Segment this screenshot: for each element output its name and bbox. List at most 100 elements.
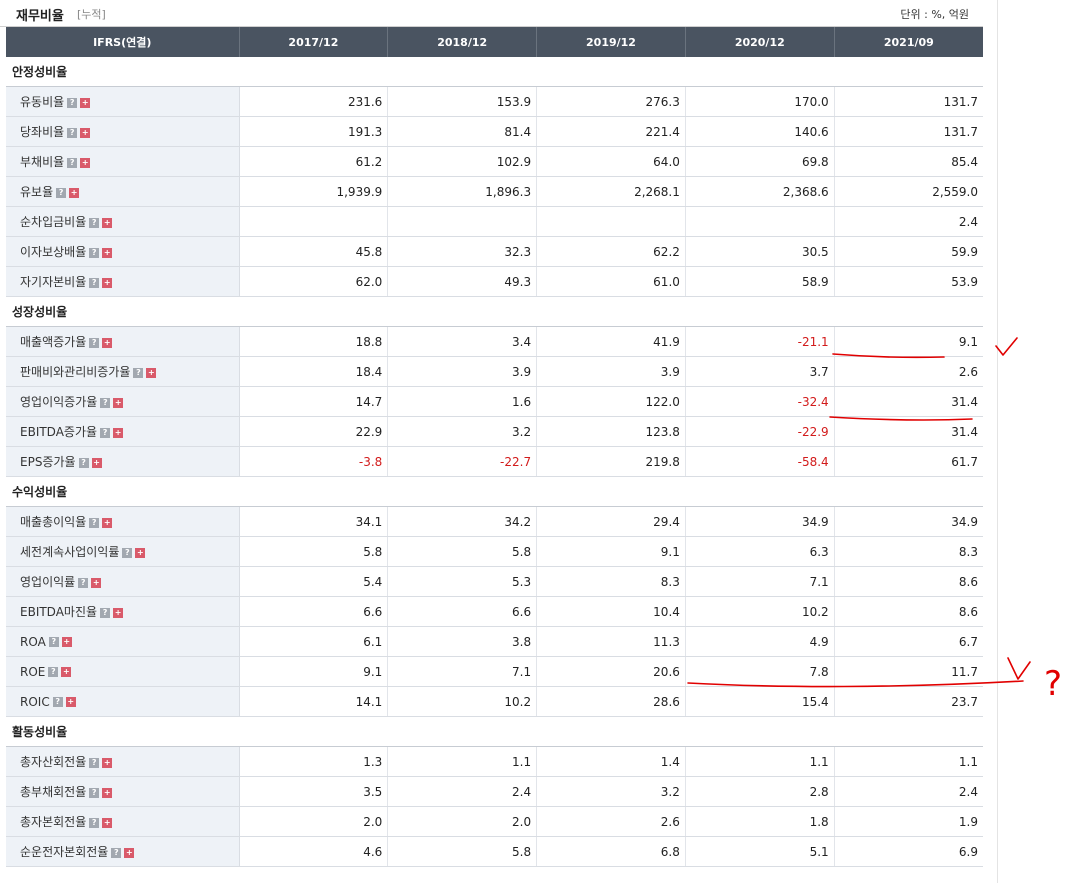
- value-cell: 276.3: [536, 86, 686, 117]
- plus-icon[interactable]: +: [135, 547, 146, 558]
- question-icon[interactable]: ?: [67, 97, 78, 108]
- plus-icon[interactable]: +: [146, 367, 157, 378]
- row-label: 세전계속사업이익률: [20, 545, 120, 559]
- value-cell: 18.4: [238, 356, 388, 387]
- question-icon[interactable]: ?: [48, 667, 59, 677]
- section-title: 수익성비율: [6, 476, 983, 507]
- value-cell: 3.2: [387, 416, 537, 447]
- row-label: 유보율: [20, 185, 54, 199]
- value-cell: 6.6: [387, 596, 537, 627]
- row-label-cell: 유동비율? +: [6, 86, 240, 117]
- row-label-cell: 영업이익률? +: [6, 566, 240, 597]
- table-row: 매출액증가율? +18.8 3.4 41.9 -21.1 9.1: [6, 326, 983, 357]
- value-cell: 2.6: [536, 806, 686, 837]
- value-cell: 49.3: [387, 266, 537, 297]
- value-cell: 2,368.6: [684, 176, 835, 207]
- value-cell: 85.4: [833, 146, 983, 177]
- value-cell: 2.0: [238, 806, 388, 837]
- row-label: 매출액증가율: [20, 335, 87, 349]
- row-label-cell: 매출액증가율? +: [6, 326, 240, 357]
- question-icon[interactable]: ?: [100, 607, 111, 618]
- value-cell: 3.2: [536, 776, 686, 807]
- question-icon[interactable]: ?: [89, 217, 100, 228]
- plus-icon[interactable]: +: [65, 697, 76, 707]
- value-cell: 61.0: [536, 266, 686, 297]
- plus-icon[interactable]: +: [102, 817, 113, 828]
- value-cell: 9.1: [238, 656, 388, 687]
- question-icon[interactable]: ?: [122, 547, 133, 558]
- plus-icon[interactable]: +: [80, 97, 91, 108]
- plus-icon[interactable]: +: [61, 637, 72, 647]
- plus-icon[interactable]: +: [102, 517, 113, 528]
- question-icon[interactable]: ?: [89, 277, 100, 288]
- value-cell: 23.7: [833, 686, 983, 717]
- row-label-cell: EBITDA마진율? +: [6, 596, 240, 627]
- value-cell: 10.4: [536, 596, 686, 627]
- plus-icon[interactable]: +: [69, 187, 80, 198]
- value-cell: 2.6: [833, 356, 983, 387]
- column-header-2017: 2017/12: [238, 27, 388, 57]
- plus-icon[interactable]: +: [80, 157, 91, 168]
- value-cell: 4.6: [238, 836, 388, 867]
- value-cell: -3.8: [238, 446, 388, 477]
- row-label: 매출총이익율: [20, 515, 87, 529]
- row-label-cell: 매출총이익율? +: [6, 506, 240, 537]
- plus-icon[interactable]: +: [102, 217, 113, 228]
- value-cell: 11.7: [833, 656, 983, 687]
- value-cell: 58.9: [684, 266, 835, 297]
- plus-icon[interactable]: +: [113, 607, 124, 618]
- value-cell: -22.7: [387, 446, 537, 477]
- plus-icon[interactable]: +: [61, 667, 72, 677]
- question-icon[interactable]: ?: [89, 757, 100, 768]
- value-cell: 5.8: [387, 836, 537, 867]
- question-icon[interactable]: ?: [111, 847, 122, 858]
- question-icon[interactable]: ?: [89, 787, 100, 798]
- section-title: 성장성비율: [6, 296, 983, 327]
- row-label: 총자본회전율: [20, 815, 87, 829]
- plus-icon[interactable]: +: [91, 577, 102, 588]
- plus-icon[interactable]: +: [102, 337, 113, 348]
- value-cell: 140.6: [684, 116, 835, 147]
- value-cell: 10.2: [684, 596, 835, 627]
- value-cell: 2.4: [833, 206, 983, 237]
- value-cell: 10.2: [387, 686, 537, 717]
- question-icon[interactable]: ?: [67, 157, 78, 168]
- value-cell: 61.7: [833, 446, 983, 477]
- value-cell: 3.9: [536, 356, 686, 387]
- question-icon[interactable]: ?: [133, 367, 144, 378]
- row-label-cell: EPS증가율? +: [6, 446, 240, 477]
- question-icon[interactable]: ?: [48, 637, 59, 647]
- plus-icon[interactable]: +: [113, 397, 124, 408]
- value-cell: 15.4: [684, 686, 835, 717]
- plus-icon[interactable]: +: [102, 247, 113, 258]
- plus-icon[interactable]: +: [124, 847, 135, 858]
- column-header-ifrs: IFRS(연결): [6, 27, 239, 57]
- question-icon[interactable]: ?: [52, 697, 63, 707]
- plus-icon[interactable]: +: [102, 757, 113, 768]
- question-icon[interactable]: ?: [78, 577, 89, 588]
- question-icon[interactable]: ?: [67, 127, 78, 138]
- value-cell: 2.4: [387, 776, 537, 807]
- question-icon[interactable]: ?: [89, 517, 100, 528]
- question-icon[interactable]: ?: [89, 247, 100, 258]
- row-label-cell: 유보율? +: [6, 176, 240, 207]
- row-label-cell: 이자보상배율? +: [6, 236, 240, 267]
- annotation-question-mark: ?: [1044, 664, 1062, 704]
- value-cell: 8.6: [833, 596, 983, 627]
- question-icon[interactable]: ?: [100, 397, 111, 408]
- value-cell: 31.4: [833, 416, 983, 447]
- plus-icon[interactable]: +: [91, 457, 102, 468]
- annotation-check-mark-1: [995, 337, 1018, 356]
- question-icon[interactable]: ?: [100, 427, 111, 438]
- question-icon[interactable]: ?: [89, 817, 100, 828]
- question-icon[interactable]: ?: [78, 457, 89, 468]
- row-label: EPS증가율: [20, 455, 76, 469]
- question-icon[interactable]: ?: [56, 187, 67, 198]
- value-cell: -32.4: [684, 386, 835, 417]
- plus-icon[interactable]: +: [102, 277, 113, 288]
- plus-icon[interactable]: +: [102, 787, 113, 798]
- plus-icon[interactable]: +: [80, 127, 91, 138]
- table-row: 이자보상배율? +45.8 32.3 62.2 30.5 59.9: [6, 236, 983, 267]
- plus-icon[interactable]: +: [113, 427, 124, 438]
- question-icon[interactable]: ?: [89, 337, 100, 348]
